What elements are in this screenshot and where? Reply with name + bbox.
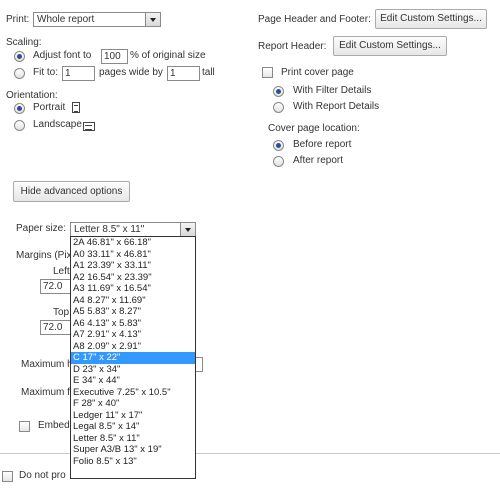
- landscape-icon: [83, 122, 95, 131]
- fit-mid-label: pages wide by: [99, 67, 163, 78]
- with-report-radio[interactable]: [273, 102, 284, 113]
- paper-size-option[interactable]: A8 2.09" x 2.91": [71, 341, 195, 353]
- paper-size-option[interactable]: A3 11.69" x 16.54": [71, 283, 195, 295]
- fit-tall-suffix: tall: [202, 67, 215, 78]
- fit-to-label: Fit to:: [33, 67, 59, 78]
- print-label: Print:: [6, 14, 30, 25]
- maximum-h-input[interactable]: [195, 357, 203, 372]
- paper-size-option[interactable]: Folio 8.5" x 13": [71, 456, 195, 468]
- paper-size-option[interactable]: F 28" x 40": [71, 398, 195, 410]
- landscape-label: Landscape: [33, 119, 82, 130]
- report-header-label: Report Header:: [258, 41, 327, 52]
- fit-tall-input[interactable]: 1: [167, 66, 200, 81]
- fit-wide-input[interactable]: 1: [62, 66, 95, 81]
- paper-size-option[interactable]: Legal 8.5" x 14": [71, 421, 195, 433]
- scaling-label: Scaling:: [6, 37, 42, 48]
- maximum-f-label: Maximum f: [21, 387, 70, 398]
- paper-size-option[interactable]: A5 5.83" x 8.27": [71, 306, 195, 318]
- paper-size-option[interactable]: A7 2.91" x 4.13": [71, 329, 195, 341]
- paper-size-option[interactable]: A1 23.39" x 33.11": [71, 260, 195, 272]
- embed-checkbox[interactable]: [19, 421, 30, 432]
- paper-size-option[interactable]: A2 16.54" x 23.39": [71, 272, 195, 284]
- print-select-value: Whole report: [37, 14, 95, 25]
- print-cover-label: Print cover page: [281, 67, 354, 78]
- paper-size-value: Letter 8.5" x 11": [74, 224, 145, 235]
- adjust-font-suffix: % of original size: [130, 50, 206, 61]
- adjust-font-radio[interactable]: [14, 51, 25, 62]
- paper-size-option[interactable]: E 34" x 44": [71, 375, 195, 387]
- header-footer-label: Page Header and Footer:: [258, 14, 371, 25]
- paper-size-option[interactable]: A6 4.13" x 5.83": [71, 318, 195, 330]
- paper-size-option[interactable]: 2A 46.81" x 66.18": [71, 237, 195, 249]
- fit-to-radio[interactable]: [14, 68, 25, 79]
- do-not-prompt-label: Do not pro: [19, 470, 66, 481]
- before-report-label: Before report: [293, 139, 352, 150]
- maximum-h-label: Maximum h: [21, 359, 73, 370]
- edit-report-header-button[interactable]: Edit Custom Settings...: [333, 36, 447, 56]
- chevron-down-icon[interactable]: [180, 223, 195, 236]
- paper-size-option[interactable]: Executive 7.25" x 10.5": [71, 387, 195, 399]
- paper-size-dropdown-list[interactable]: 2A 46.81" x 66.18" A0 33.11" x 46.81" A1 2…: [70, 236, 196, 479]
- edit-header-footer-button[interactable]: Edit Custom Settings...: [375, 9, 487, 29]
- with-filter-radio[interactable]: [273, 86, 284, 97]
- paper-size-option[interactable]: D 23" x 34": [71, 364, 195, 376]
- paper-size-option[interactable]: C 17" x 22": [71, 352, 195, 364]
- chevron-down-icon[interactable]: [145, 13, 160, 26]
- embed-label: Embed: [38, 420, 70, 431]
- with-filter-label: With Filter Details: [293, 85, 372, 96]
- cover-location-label: Cover page location:: [268, 123, 360, 134]
- adjust-font-input[interactable]: 100: [101, 49, 128, 64]
- portrait-icon: [72, 102, 80, 113]
- landscape-radio[interactable]: [14, 120, 25, 131]
- margins-label: Margins (Pix: [16, 250, 72, 261]
- paper-size-label: Paper size:: [16, 223, 67, 234]
- adjust-font-label: Adjust font to: [33, 50, 92, 61]
- print-cover-checkbox[interactable]: [262, 67, 273, 78]
- paper-size-option[interactable]: Letter 8.5" x 11": [71, 433, 195, 445]
- after-report-label: After report: [293, 155, 344, 166]
- print-select[interactable]: Whole report: [33, 12, 161, 27]
- do-not-prompt-checkbox[interactable]: [2, 471, 13, 482]
- with-report-label: With Report Details: [293, 101, 380, 112]
- portrait-radio[interactable]: [14, 103, 25, 114]
- margin-top-label: Top: [53, 307, 70, 318]
- after-report-radio[interactable]: [273, 156, 284, 167]
- paper-size-select[interactable]: Letter 8.5" x 11": [70, 222, 196, 237]
- paper-size-option[interactable]: Ledger 11" x 17": [71, 410, 195, 422]
- before-report-radio[interactable]: [273, 140, 284, 151]
- paper-size-option[interactable]: A0 33.11" x 46.81": [71, 249, 195, 261]
- orientation-label: Orientation:: [6, 90, 58, 101]
- margin-left-label: Left: [53, 266, 70, 277]
- portrait-label: Portrait: [33, 102, 66, 113]
- paper-size-option[interactable]: Super A3/B 13" x 19": [71, 444, 195, 456]
- paper-size-option[interactable]: A4 8.27" x 11.69": [71, 295, 195, 307]
- hide-advanced-options-button[interactable]: Hide advanced options: [13, 181, 130, 202]
